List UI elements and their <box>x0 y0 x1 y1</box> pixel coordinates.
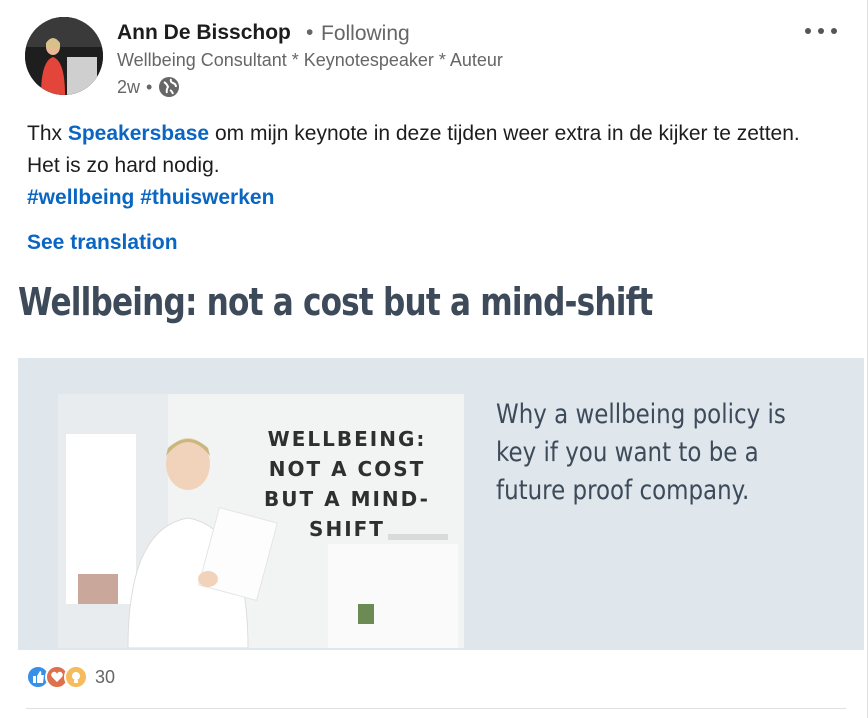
hashtag-link[interactable]: #wellbeing <box>27 186 134 209</box>
article-image[interactable]: WELLBEING: NOT A COST BUT A MIND-SHIFT W… <box>18 358 864 650</box>
image-text-line: WELLBEING: <box>267 427 427 451</box>
text-prefix: Thx <box>27 122 68 145</box>
follow-status[interactable]: Following <box>321 22 410 46</box>
meta-separator: • <box>146 76 153 97</box>
post-time: 2w <box>117 76 141 97</box>
feed-post: Ann De Bisschop • Following Wellbeing Co… <box>0 0 868 718</box>
more-options-icon[interactable] <box>803 18 839 42</box>
article-photo: WELLBEING: NOT A COST BUT A MIND-SHIFT <box>58 394 464 648</box>
image-overlay-text: WELLBEING: NOT A COST BUT A MIND-SHIFT <box>233 424 461 544</box>
article-title[interactable]: Wellbeing: not a cost but a mind-shift <box>18 280 653 324</box>
post-meta: 2w • <box>117 76 180 98</box>
see-translation-link[interactable]: See translation <box>27 231 178 255</box>
author-name[interactable]: Ann De Bisschop <box>117 21 291 45</box>
separator-dot: • <box>306 21 314 44</box>
divider <box>26 708 846 709</box>
author-headline: Wellbeing Consultant * Keynotespeaker * … <box>117 50 503 70</box>
reaction-count[interactable]: 30 <box>95 667 115 688</box>
image-text-line: BUT A MIND-SHIFT <box>264 487 430 541</box>
insightful-icon <box>64 665 88 689</box>
banner-text: Why a wellbeing policy is key if you wan… <box>496 399 786 506</box>
reactions-summary[interactable]: 30 <box>26 665 115 689</box>
hashtag-link[interactable]: #thuiswerken <box>140 186 274 209</box>
author-avatar[interactable] <box>25 17 103 95</box>
mention-link[interactable]: Speakersbase <box>68 122 209 145</box>
image-text-line: NOT A COST <box>268 457 426 481</box>
post-text: Thx Speakersbase om mijn keynote in deze… <box>27 118 827 214</box>
globe-icon <box>158 76 180 98</box>
